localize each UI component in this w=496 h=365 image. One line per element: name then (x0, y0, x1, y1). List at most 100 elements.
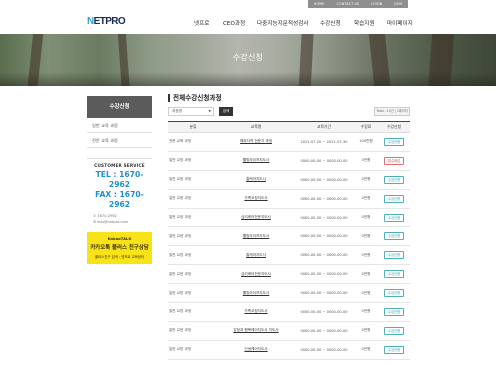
apply-button[interactable]: 수강신청 (384, 232, 404, 241)
course-category: 일반 교양 과정 (168, 245, 218, 266)
apply-cell: 수강신청 (378, 340, 410, 360)
col-fee: 수강료 (354, 121, 378, 133)
apply-cell: 수강신청 (378, 226, 410, 247)
home-link[interactable]: HOME (308, 0, 331, 8)
apply-button[interactable]: 수강신청 (384, 270, 404, 279)
course-category: 일반 교양 과정 (168, 340, 218, 360)
sidebar: 수강신청 일반 교육 과정 전문 교육 과정 CUSTOMER SERVICE … (87, 96, 152, 264)
contact-link[interactable]: CONTACT US (330, 0, 365, 8)
course-name-link[interactable]: 해외자격 전문가 과정 (218, 132, 294, 152)
course-fee: 0만원 (354, 170, 378, 190)
apply-cell: 수강신청 (378, 283, 410, 304)
col-period: 교육기간 (294, 121, 354, 133)
banner-title: 수강신청 (232, 53, 264, 62)
apply-cell: 수강신청 (378, 189, 410, 209)
course-fee: 0만원 (354, 321, 378, 341)
course-name-link[interactable]: 인생케어지도사 (218, 340, 294, 360)
kakao-banner[interactable]: KakaoTALK 카카오톡 플러스 친구상담 플러스친구 검색 : 넷프로 교… (87, 232, 152, 264)
table-row: 일반 교양 과정 웰빙라이프지도사 0000-00-00 ~ 0000-00-00 0… (168, 226, 410, 247)
course-period: 0000-00-00 ~ 0000-00-00 (294, 340, 354, 360)
course-period: 0000-00-00 ~ 0000-00-00 (294, 321, 354, 341)
course-category: 일반 교양 과정 (168, 283, 218, 304)
course-period: 0000-00-00 ~ 0000-00-00 (294, 359, 354, 365)
search-button[interactable]: 검색 (219, 107, 233, 116)
page-title: 전체수강신청과정 (168, 94, 410, 102)
cs-title: CUSTOMER SERVICE (94, 163, 145, 168)
course-category: 일반 교양 과정 (168, 264, 218, 285)
kakao-title: 카카오톡 플러스 친구상담 (90, 245, 149, 251)
table-row: 일반 교양 과정 가족코칭지도사 0000-00-00 ~ 0000-00-00 0만… (168, 189, 410, 209)
search-type-select[interactable]: 과정명 ▼ (168, 107, 214, 116)
apply-button[interactable]: 수강신청 (384, 307, 404, 316)
course-period: 0000-00-00 ~ 0000-00-00 (294, 208, 354, 228)
course-fee: 0만원 (354, 283, 378, 304)
course-period: 0000-00-00 ~ 0000-00-00 (294, 151, 354, 171)
table-row: 일반 교양 과정 웰빙라이프지도사 0000-00-00 ~ 0000-00-00 0… (168, 151, 410, 171)
table-row: 일반 교양 과정 인생케어지도사 0000-00-00 ~ 0000-00-00 0만… (168, 340, 410, 360)
total-count: Total : 15건 | 1페이지 (374, 107, 410, 116)
course-fee: 0만원 (354, 340, 378, 360)
course-name-link[interactable]: 웰빙라이프지도사 (218, 283, 294, 304)
sidebar-heading: 수강신청 (87, 96, 152, 118)
nav-item-apply[interactable]: 수강신청 (320, 19, 341, 27)
table-row: 일반 교양 과정 가족코칭지도사 0000-00-00 ~ 0000-00-00 0만… (168, 302, 410, 322)
apply-button[interactable]: 수강신청 (384, 251, 404, 260)
apply-button[interactable]: 수강신청 (384, 345, 404, 354)
login-link[interactable]: LOGIN (365, 0, 388, 8)
course-fee: 0만원 (354, 226, 378, 247)
course-name-link[interactable]: 가족코칭지도사 (218, 189, 294, 209)
course-period: 0000-00-00 ~ 0000-00-00 (294, 189, 354, 209)
search-filter: 과정명 ▼ 검색 Total : 15건 | 1페이지 (168, 107, 410, 117)
apply-cell: 수강신청 (378, 170, 410, 190)
table-row: 일반 교양 과정 감정과 행복케어지도사 지도사 0000-00-00 ~ 0000… (168, 321, 410, 341)
apply-cell: 수강신청 (378, 359, 410, 365)
cs-email: ✉ edu@netpro.com (93, 220, 129, 224)
nav-item-mypage[interactable]: 마이페이지 (387, 19, 413, 27)
nav-item-test[interactable]: 다중지능지문적성검사 (257, 19, 308, 27)
course-name-link[interactable]: 감정과 행복케어지도사 지도사 (218, 321, 294, 341)
nav-item-support[interactable]: 학습지원 (354, 19, 375, 27)
col-name: 교육명 (218, 121, 294, 133)
course-name-link[interactable]: 심리케어전문지도사 (218, 264, 294, 285)
apply-button[interactable]: 수강신청 (384, 326, 404, 335)
join-link[interactable]: JOIN (388, 0, 408, 8)
customer-service: CUSTOMER SERVICE TEL : 1670-2962 FAX : 1… (87, 158, 152, 225)
course-name-link[interactable]: 홈케어지도사 (218, 245, 294, 266)
course-name-link[interactable]: 웰빙라이프지도사 (218, 151, 294, 171)
course-fee: 100만원 (354, 132, 378, 152)
course-name-link[interactable]: 세토케어리더 소녀지도사 (218, 359, 294, 365)
apply-button[interactable]: 수강신청 (384, 137, 404, 146)
cs-tel: TEL : 1670-2962 (95, 170, 144, 189)
main-nav: 넷프로 CEO과정 다중지능지문적성검사 수강신청 학습지원 마이페이지 (0, 19, 496, 29)
course-category: 일반 교양 과정 (168, 302, 218, 322)
course-period: 0000-00-00 ~ 0000-00-00 (294, 245, 354, 266)
course-period: 0000-00-00 ~ 0000-00-00 (294, 283, 354, 304)
nav-item-ceo[interactable]: CEO과정 (223, 19, 245, 27)
apply-cell: 수강신청 (378, 245, 410, 266)
course-category: 일반 교양 과정 (168, 170, 218, 190)
course-name-link[interactable]: 가족코칭지도사 (218, 302, 294, 322)
kakao-logo-text: KakaoTALK (107, 236, 132, 241)
utility-bar: HOME CONTACT US LOGIN JOIN (0, 0, 496, 8)
course-category: 일반 교양 과정 (168, 321, 218, 341)
closed-badge: 접수마감 (384, 156, 404, 165)
course-category: 일반 교양 과정 (168, 151, 218, 171)
table-row: 일반 교양 과정 웰빙라이프지도사 0000-00-00 ~ 0000-00-00 0… (168, 283, 410, 304)
apply-button[interactable]: 수강신청 (384, 175, 404, 184)
sidebar-item-general[interactable]: 일반 교육 과정 (87, 118, 152, 133)
sidebar-item-professional[interactable]: 전문 교육 과정 (87, 133, 152, 148)
table-row: 일반 교양 과정세토케어리더 소녀지도사0000-00-00 ~ 0000-00… (168, 359, 410, 365)
course-category: 일반 교양 과정 (168, 208, 218, 228)
apply-cell: 수강신청 (378, 321, 410, 341)
apply-cell: 수강신청 (378, 132, 410, 152)
apply-button[interactable]: 수강신청 (384, 194, 404, 203)
utility-links: HOME CONTACT US LOGIN JOIN (307, 0, 408, 8)
chevron-down-icon: ▼ (208, 109, 211, 113)
course-name-link[interactable]: 홈케어지도사 (218, 170, 294, 190)
apply-button[interactable]: 수강신청 (384, 213, 404, 222)
course-name-link[interactable]: 심리케어전문지도사 (218, 208, 294, 228)
course-name-link[interactable]: 웰빙라이프지도사 (218, 226, 294, 247)
apply-button[interactable]: 수강신청 (384, 289, 404, 298)
course-category: 일반 교양 과정 (168, 359, 218, 365)
nav-item-netpro[interactable]: 넷프로 (194, 19, 209, 27)
